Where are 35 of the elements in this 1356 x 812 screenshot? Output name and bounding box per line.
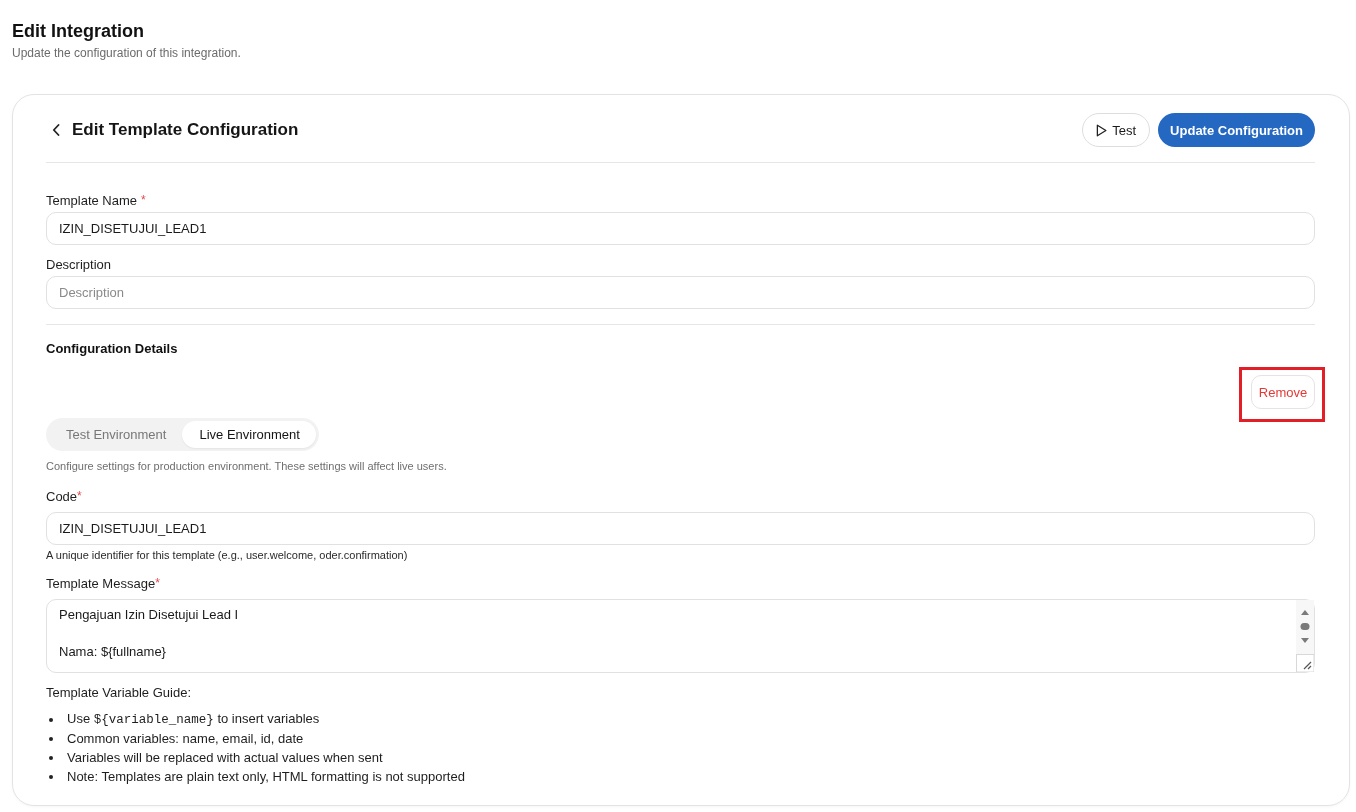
test-button[interactable]: Test — [1082, 113, 1151, 147]
page-subtitle: Update the configuration of this integration. — [12, 45, 242, 61]
text-input[interactable]: IZIN_DISETUJUI_LEAD1 — [46, 212, 1315, 245]
guide-heading: Template Variable Guide: — [46, 685, 192, 701]
required-mark: * — [141, 193, 146, 207]
guide-item: Common variables: name, email, id, date — [67, 730, 304, 748]
bullet-icon — [49, 774, 53, 779]
page-title: Edit Integration — [12, 20, 145, 42]
required-mark: * — [77, 489, 82, 503]
guide-item: Variables will be replaced with actual values when sent — [67, 749, 383, 767]
bullet-icon — [49, 755, 53, 760]
field-label: Description — [46, 257, 112, 273]
field-label: Template Message — [46, 576, 156, 592]
remove-button[interactable]: Remove — [1251, 375, 1315, 409]
back-chevron-icon[interactable] — [52, 124, 60, 136]
scrollbar[interactable] — [1296, 600, 1314, 654]
field-label: Code — [46, 489, 78, 505]
bullet-icon — [49, 736, 53, 741]
environment-note: Configure settings for production environment. These settings will affect live users. — [46, 459, 448, 473]
environment-tab[interactable]: Test Environment — [49, 421, 183, 448]
section-heading: Configuration Details — [46, 341, 179, 357]
field-label: Template Name — [46, 193, 138, 209]
card-title: Edit Template Configuration — [72, 120, 299, 140]
field-hint: A unique identifier for this template (e.g., user.welcome, oder.confirmation) — [46, 548, 409, 562]
play-icon — [1096, 123, 1108, 137]
message-textarea[interactable]: Pengajuan Izin Disetujui Lead I Nama: ${fullname} — [46, 599, 1315, 673]
bullet-icon — [49, 717, 53, 722]
update-configuration-button[interactable]: Update Configuration — [1158, 113, 1315, 147]
text-input[interactable]: Description — [46, 276, 1315, 309]
resize-handle-icon[interactable] — [1296, 654, 1314, 672]
text-input[interactable]: IZIN_DISETUJUI_LEAD1 — [46, 512, 1315, 545]
guide-item: Use ${variable_name} to insert variables — [67, 710, 320, 729]
guide-item: Note: Templates are plain text only, HTML formatting is not supported — [67, 768, 465, 786]
required-mark: * — [155, 576, 160, 590]
environment-tab[interactable]: Live Environment — [182, 421, 316, 448]
